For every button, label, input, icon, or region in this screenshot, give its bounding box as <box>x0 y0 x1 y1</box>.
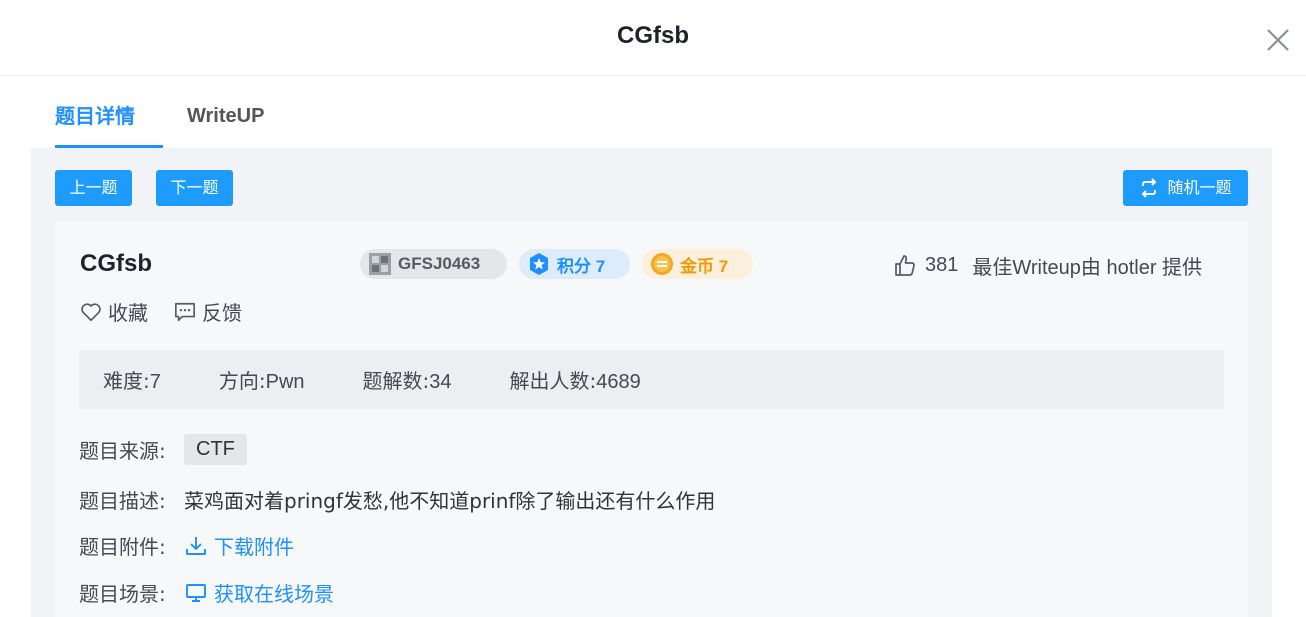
stat-solves: 题解数:34 <box>363 365 452 394</box>
get-scene-label: 获取在线场景 <box>214 582 334 606</box>
random-icon <box>1142 178 1157 198</box>
tab-bar: 题目详情 WriteUP <box>31 96 1272 148</box>
like-count: 381 <box>925 254 959 276</box>
score-badge: 积分 7 <box>519 249 630 279</box>
feedback-label: 反馈 <box>202 301 242 325</box>
challenge-code-badge: GFSJ0463 <box>360 249 507 279</box>
source-tag[interactable]: CTF <box>184 434 247 465</box>
score-badge-icon <box>530 253 548 275</box>
tab-details[interactable]: 题目详情 <box>55 96 163 148</box>
heart-icon <box>81 302 101 321</box>
stat-direction: 方向:Pwn <box>219 365 305 394</box>
modal-header: CGfsb <box>0 0 1306 76</box>
download-icon <box>186 536 206 555</box>
feedback-button[interactable]: 反馈 <box>174 297 242 326</box>
info-desc-row: 题目描述: 菜鸡面对着pringf发愁,他不知道prinf除了输出还有什么作用 <box>79 485 715 514</box>
tab-writeup[interactable]: WriteUP <box>187 96 264 148</box>
scene-label: 题目场景: <box>79 582 166 606</box>
writeup-credit[interactable]: 最佳Writeup由 hotler 提供 <box>972 251 1202 280</box>
random-button-label: 随机一题 <box>1167 178 1232 197</box>
thumbs-up-icon[interactable] <box>893 254 917 278</box>
challenge-title: CGfsb <box>80 250 152 277</box>
get-scene-link[interactable]: 获取在线场景 <box>184 578 334 607</box>
coin-value: 金币 7 <box>680 256 729 276</box>
prev-question-button[interactable]: 上一题 <box>55 170 132 206</box>
close-button[interactable] <box>1264 26 1292 54</box>
monitor-icon <box>186 583 206 602</box>
challenge-code: GFSJ0463 <box>398 254 481 273</box>
coin-badge: 金币 7 <box>642 249 753 279</box>
stat-solvers-label: 解出人数: <box>509 369 597 393</box>
favorite-button[interactable]: 收藏 <box>80 297 148 326</box>
desc-text: 菜鸡面对着pringf发愁,他不知道prinf除了输出还有什么作用 <box>184 489 716 513</box>
score-value: 积分 7 <box>557 256 606 276</box>
content-panel: 上一题 下一题 随机一题 CGfsb GFSJ0463 积分 7 金币 7 38… <box>31 148 1272 617</box>
info-attachment-row: 题目附件: 下载附件 <box>79 531 294 560</box>
next-question-button[interactable]: 下一题 <box>156 170 233 206</box>
stats-bar: 难度:7 方向:Pwn 题解数:34 解出人数:4689 <box>79 350 1224 409</box>
code-avatar-icon <box>369 253 391 275</box>
stat-solvers: 解出人数:4689 <box>510 365 641 394</box>
close-icon <box>1267 29 1289 51</box>
info-source-row: 题目来源: CTF <box>79 434 247 465</box>
stat-difficulty-value: 7 <box>149 371 161 393</box>
feedback-icon <box>175 302 195 321</box>
source-label: 题目来源: <box>79 439 166 463</box>
challenge-card: CGfsb GFSJ0463 积分 7 金币 7 381 最佳Writeup由 … <box>55 221 1248 617</box>
like-area: 381 最佳Writeup由 hotler 提供 <box>893 251 1202 280</box>
random-question-button[interactable]: 随机一题 <box>1123 170 1248 206</box>
stat-solvers-value: 4689 <box>596 371 641 393</box>
attachment-label: 题目附件: <box>79 535 166 559</box>
stat-direction-label: 方向: <box>218 369 266 393</box>
favorite-label: 收藏 <box>108 301 148 325</box>
stat-solves-value: 34 <box>429 371 452 393</box>
coin-icon <box>651 253 673 275</box>
modal-title: CGfsb <box>617 22 689 49</box>
stat-direction-value: Pwn <box>265 371 305 393</box>
desc-label: 题目描述: <box>79 489 166 513</box>
info-scene-row: 题目场景: 获取在线场景 <box>79 578 334 607</box>
download-attachment-label: 下载附件 <box>214 535 294 559</box>
stat-difficulty-label: 难度: <box>103 369 150 393</box>
stat-difficulty: 难度:7 <box>103 365 161 394</box>
download-attachment-link[interactable]: 下载附件 <box>184 531 294 560</box>
action-row: 收藏 反馈 <box>80 297 268 326</box>
stat-solves-label: 题解数: <box>362 369 430 393</box>
